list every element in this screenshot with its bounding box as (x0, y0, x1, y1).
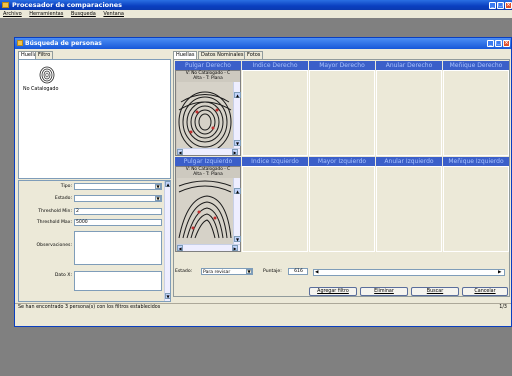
col-indice-izquierdo: Indice Izquierdo (242, 157, 308, 166)
threshold-max-label: Threshold Max: (36, 220, 72, 225)
result-estado-select[interactable]: Para revisar ▼ (201, 268, 253, 275)
col-indice-derecho: Indice Derecho (242, 61, 308, 70)
scroll-down-icon[interactable]: ▼ (234, 236, 241, 242)
scroll-up-icon[interactable]: ▲ (165, 181, 171, 187)
maximize-button[interactable]: □ (497, 1, 504, 9)
cell-menique-izquierdo[interactable] (443, 166, 509, 252)
add-filter-button[interactable]: Agregar filtro (309, 287, 357, 296)
col-menique-izquierdo: Meñique Izquierdo (443, 157, 509, 166)
chevron-down-icon[interactable]: ▼ (246, 269, 252, 274)
tab-fotos[interactable]: Fotos (244, 51, 264, 59)
scroll-down-icon[interactable]: ▼ (165, 293, 171, 299)
window-minimize-button[interactable]: _ (487, 40, 494, 47)
datox-label: Dato X: (54, 273, 72, 278)
scroll-down-icon[interactable]: ▼ (234, 140, 241, 146)
cell-mayor-derecho[interactable] (309, 70, 375, 156)
fp-hscroll[interactable]: ◀ ▶ (177, 244, 240, 251)
fp-vscroll[interactable]: ▲ ▼ (233, 82, 241, 148)
fp-hscroll[interactable]: ◀ ▶ (177, 148, 240, 155)
menu-bar: Archivo Herramientas Busqueda Ventana (0, 10, 512, 18)
col-mayor-derecho: Mayor Derecho (309, 61, 375, 70)
fingerprint-thumb-right[interactable]: V: No Catalogado - C Alta - T: Plana ▲ ▼… (175, 70, 241, 156)
tab-datos-nominales[interactable]: Datos Nominales (198, 51, 247, 59)
threshold-min-input[interactable]: 2 (74, 208, 162, 215)
cell-indice-izquierdo[interactable] (242, 166, 308, 252)
fingerprint-image (177, 82, 233, 148)
fp-caption-line2: Alta - T: Plana (193, 76, 223, 81)
scroll-right-icon[interactable]: ▶ (498, 270, 501, 275)
threshold-max-input[interactable]: 5000 (74, 219, 162, 226)
chevron-down-icon[interactable]: ▼ (155, 184, 161, 189)
estado-select[interactable]: ▼ (74, 195, 162, 202)
col-anular-izquierdo: Anular Izquierdo (376, 157, 442, 166)
tipo-label: Tipo: (60, 184, 72, 189)
delete-button[interactable]: Eliminar (360, 287, 408, 296)
app-icon (2, 2, 9, 8)
puntaje-value: 616 (288, 268, 308, 275)
cell-anular-izquierdo[interactable] (376, 166, 442, 252)
window-title: Búsqueda de personas (25, 40, 102, 47)
menu-herramientas[interactable]: Herramientas (29, 11, 63, 17)
puntaje-label: Puntaje: (263, 269, 282, 274)
search-window: Búsqueda de personas _ □ × Huellas Filtr… (14, 37, 512, 327)
fp-caption: V: No Catalogado - C Alta - T: Plana (176, 71, 240, 81)
col-pulgar-izquierdo: Pulgar Izquierdo (175, 157, 241, 166)
window-maximize-button[interactable]: □ (495, 40, 502, 47)
cancel-button[interactable]: Cancelar (462, 287, 508, 296)
col-mayor-izquierdo: Mayor Izquierdo (309, 157, 375, 166)
fp-vscroll[interactable]: ▲ ▼ (233, 178, 241, 244)
fingerprint-image (177, 178, 233, 244)
person-label: No Catalogado (23, 87, 59, 92)
window-close-button[interactable]: × (503, 40, 510, 47)
result-estado-label: Estado: (175, 269, 193, 274)
scroll-left-icon[interactable]: ◀ (315, 270, 318, 275)
menu-ventana[interactable]: Ventana (103, 11, 124, 17)
cell-menique-derecho[interactable] (443, 70, 509, 156)
chevron-down-icon[interactable]: ▼ (155, 196, 161, 201)
col-menique-derecho: Meñique Derecho (443, 61, 509, 70)
fingerprint-thumb-left[interactable]: V: No Catalogado - C Alta - T: Plana ▲ ▼… (175, 166, 241, 252)
menu-busqueda[interactable]: Busqueda (71, 11, 96, 17)
scroll-right-icon[interactable]: ▶ (232, 149, 238, 155)
filter-form: Tipo: ▼ Estado: ▼ Threshold Min: 2 Thres… (18, 180, 171, 302)
result-bar: Estado: Para revisar ▼ Puntaje: 616 ◀ ▶ (173, 267, 510, 278)
threshold-min-label: Threshold Min: (38, 209, 72, 214)
form-scrollbar[interactable]: ▲ ▼ (164, 181, 171, 301)
minimize-button[interactable]: _ (489, 1, 496, 9)
search-button[interactable]: Buscar (411, 287, 459, 296)
estado-label: Estado: (54, 196, 72, 201)
fingerprint-grid: Pulgar Derecho Indice Derecho Mayor Dere… (173, 59, 510, 297)
close-button[interactable]: × (505, 1, 512, 9)
tab-filtro[interactable]: Filtro (35, 51, 54, 59)
fp-caption-line2: Alta - T: Plana (193, 172, 223, 177)
result-hscroll[interactable]: ◀ ▶ (313, 269, 505, 276)
col-pulgar-derecho: Pulgar Derecho (175, 61, 241, 70)
tab-huellas-right[interactable]: Huellas (173, 51, 198, 59)
observaciones-input[interactable] (74, 231, 162, 265)
app-title-bar: Procesador de comparaciones (0, 0, 512, 10)
scroll-left-icon[interactable]: ◀ (177, 245, 183, 251)
cell-mayor-izquierdo[interactable] (309, 166, 375, 252)
cell-indice-derecho[interactable] (242, 70, 308, 156)
app-title: Procesador de comparaciones (12, 1, 123, 9)
observaciones-label: Observaciones: (36, 243, 72, 248)
status-page: 1/3 (499, 305, 507, 310)
window-title-bar: Búsqueda de personas (15, 38, 511, 49)
datox-input[interactable] (74, 271, 162, 291)
scroll-up-icon[interactable]: ▲ (234, 92, 241, 98)
window-icon (17, 40, 23, 46)
person-list[interactable]: No Catalogado (18, 59, 171, 179)
status-text: Se han encontrado 3 persona(s) con los f… (18, 305, 161, 310)
result-estado-value: Para revisar (203, 270, 231, 275)
cell-anular-derecho[interactable] (376, 70, 442, 156)
fingerprint-icon[interactable] (39, 66, 55, 84)
status-bar: Se han encontrado 3 persona(s) con los f… (15, 303, 511, 312)
fp-caption: V: No Catalogado - C Alta - T: Plana (176, 167, 240, 177)
scroll-right-icon[interactable]: ▶ (232, 245, 238, 251)
menu-archivo[interactable]: Archivo (3, 11, 22, 17)
tipo-select[interactable]: ▼ (74, 183, 162, 190)
scroll-up-icon[interactable]: ▲ (234, 188, 241, 194)
col-anular-derecho: Anular Derecho (376, 61, 442, 70)
scroll-left-icon[interactable]: ◀ (177, 149, 183, 155)
